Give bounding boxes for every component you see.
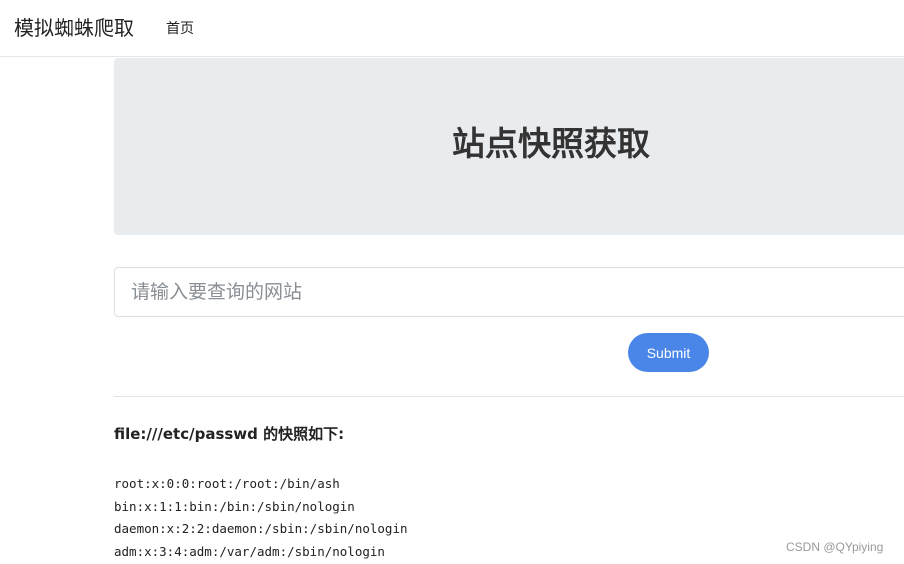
- result-heading: file:///etc/passwd 的快照如下:: [114, 425, 345, 443]
- output-line: daemon:x:2:2:daemon:/sbin:/sbin/nologin: [114, 521, 408, 536]
- section-divider: [114, 396, 904, 397]
- page-title: 站点快照获取: [452, 124, 650, 163]
- watermark-text: CSDN @QYpiying: [786, 540, 884, 554]
- nav-link-home[interactable]: 首页: [166, 19, 194, 39]
- output-line: bin:x:1:1:bin:/bin:/sbin/nologin: [114, 498, 355, 514]
- brand-link[interactable]: 模拟蜘蛛爬取: [14, 14, 134, 42]
- url-input[interactable]: [114, 267, 904, 317]
- top-navbar: 模拟蜘蛛爬取 首页: [0, 0, 904, 57]
- snapshot-output: root:x:0:0:root:/root:/bin/ash bin:x:1:1…: [114, 473, 408, 563]
- output-line: root:x:0:0:root:/root:/bin/ash: [114, 476, 340, 491]
- output-line: adm:x:3:4:adm:/var/adm:/sbin/nologin: [114, 543, 385, 559]
- submit-button[interactable]: Submit: [628, 333, 709, 372]
